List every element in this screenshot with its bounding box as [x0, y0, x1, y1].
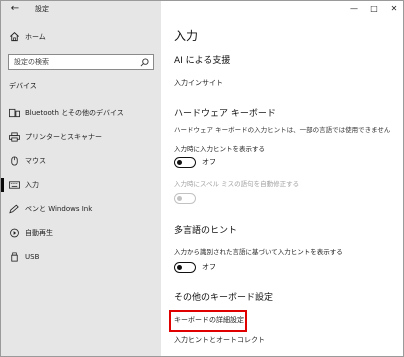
ai-section-heading: AI による支援	[174, 56, 231, 66]
pen-icon	[9, 204, 19, 214]
content-pane: 入力 AI による支援 入力インサイト ハードウェア キーボード ハードウェア …	[161, 1, 403, 356]
settings-search-input[interactable]: 設定の検索	[8, 54, 154, 70]
typing-suggestions-autocorrect-link[interactable]: 入力ヒントとオートコレクト	[174, 336, 265, 345]
typing-insights-link[interactable]: 入力インサイト	[174, 79, 223, 88]
advanced-keyboard-settings-link[interactable]: キーボードの詳細設定	[174, 316, 244, 325]
sidebar-item-bluetooth[interactable]: Bluetooth とその他のデバイス	[1, 104, 161, 122]
autoplay-icon	[10, 228, 19, 238]
multilingual-label: 入力から識別された言語に基づいて入力ヒントを表示する	[174, 248, 343, 256]
usb-icon	[11, 252, 18, 262]
multilingual-toggle[interactable]	[174, 262, 196, 273]
toggle-knob	[177, 195, 182, 201]
sidebar-item-autoplay[interactable]: 自動再生	[1, 224, 161, 242]
multilingual-heading: 多言語のヒント	[174, 226, 238, 236]
autocorrect-toggle	[174, 193, 196, 204]
sidebar-item-label: 自動再生	[25, 229, 53, 237]
section-title-devices: デバイス	[9, 82, 37, 90]
sidebar-item-typing[interactable]: 入力	[1, 176, 161, 194]
titlebar-left: ← 設定	[1, 1, 161, 17]
sidebar-item-usb[interactable]: USB	[1, 248, 161, 266]
mouse-icon	[11, 156, 18, 166]
autocorrect-label: 入力時にスペル ミスの語句を自動修正する	[174, 180, 300, 188]
sidebar-item-label: マウス	[25, 157, 46, 165]
show-suggestions-state: オフ	[202, 158, 216, 166]
settings-window: ← 設定 ホーム 設定の検索 デバイス Bluetooth とその他のデバイス …	[0, 0, 404, 357]
sidebar: ← 設定 ホーム 設定の検索 デバイス Bluetooth とその他のデバイス …	[1, 1, 161, 356]
keyboard-icon	[9, 181, 20, 189]
sidebar-item-label: ペンと Windows Ink	[25, 205, 93, 213]
printer-icon	[9, 132, 20, 142]
sidebar-item-label: 入力	[25, 181, 39, 189]
back-arrow-icon[interactable]: ←	[9, 3, 21, 15]
sidebar-item-pen[interactable]: ペンと Windows Ink	[1, 200, 161, 218]
other-keyboard-heading: その他のキーボード設定	[174, 293, 274, 303]
show-suggestions-label: 入力時に入力ヒントを表示する	[174, 145, 265, 153]
selected-indicator	[1, 178, 4, 192]
home-icon	[10, 32, 19, 42]
sidebar-item-home[interactable]: ホーム	[1, 29, 161, 45]
search-icon	[140, 58, 149, 67]
multilingual-state: オフ	[202, 263, 216, 271]
toggle-knob	[177, 264, 182, 270]
sidebar-item-label: USB	[25, 253, 40, 261]
hardware-keyboard-description: ハードウェア キーボードの入力ヒントは、一部の言語では使用できません	[174, 126, 391, 134]
sidebar-item-label: プリンターとスキャナー	[25, 133, 102, 141]
show-suggestions-toggle[interactable]	[174, 157, 196, 168]
sidebar-item-mouse[interactable]: マウス	[1, 152, 161, 170]
toggle-knob	[177, 159, 182, 165]
app-title: 設定	[35, 5, 49, 13]
bluetooth-devices-icon	[9, 108, 20, 118]
page-title: 入力	[174, 29, 199, 43]
sidebar-item-printers[interactable]: プリンターとスキャナー	[1, 128, 161, 146]
home-label: ホーム	[25, 33, 46, 41]
sidebar-item-label: Bluetooth とその他のデバイス	[25, 109, 124, 117]
search-placeholder: 設定の検索	[14, 58, 49, 66]
hardware-keyboard-heading: ハードウェア キーボード	[174, 109, 276, 119]
